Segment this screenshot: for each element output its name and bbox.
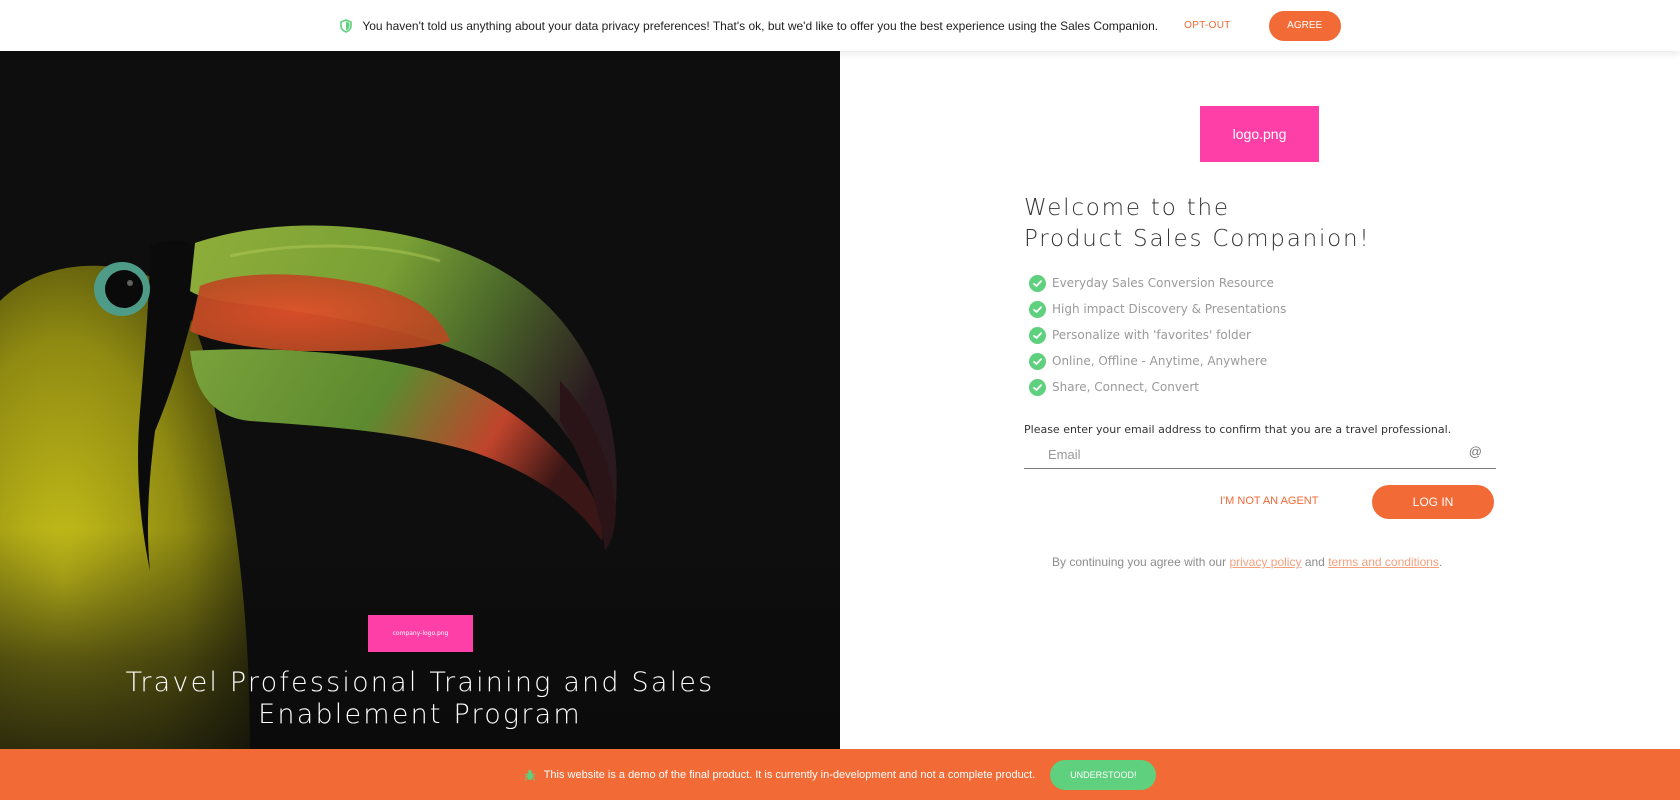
privacy-message: You haven't told us anything about your … [362, 18, 1159, 33]
app-logo: logo.png [1200, 106, 1319, 162]
not-an-agent-button[interactable]: I'M NOT AN AGENT [1220, 495, 1318, 507]
at-icon: @ [1468, 444, 1482, 459]
email-field-wrapper: @ [1024, 439, 1496, 469]
terms-prefix: By continuing you agree with our [1052, 555, 1227, 569]
check-icon [1029, 300, 1046, 318]
bug-icon [524, 769, 536, 781]
feature-item: Personalize with 'favorites' folder [1029, 322, 1286, 348]
feature-text: Personalize with 'favorites' folder [1052, 328, 1251, 342]
check-icon [1029, 352, 1046, 370]
demo-banner: This website is a demo of the final prod… [0, 749, 1680, 800]
terms-notice: By continuing you agree with our privacy… [1052, 555, 1442, 569]
feature-list: Everyday Sales Conversion Resource High … [1029, 270, 1286, 400]
terms-suffix: . [1438, 555, 1443, 569]
welcome-line-2: Product Sales Companion! [1024, 226, 1371, 252]
hero-panel: company-logo.png Travel Professional Tra… [0, 51, 840, 749]
welcome-line-1: Welcome to the [1024, 195, 1230, 221]
welcome-heading: Welcome to the Product Sales Companion! [1024, 197, 1444, 251]
check-icon [1029, 274, 1046, 292]
email-input[interactable] [1048, 443, 1448, 465]
company-logo: company-logo.png [368, 615, 473, 652]
privacy-policy-link[interactable]: privacy policy [1229, 555, 1301, 569]
email-prompt: Please enter your email address to confi… [1024, 423, 1452, 436]
terms-and: and [1304, 555, 1325, 569]
opt-out-button[interactable]: OPT-OUT [1182, 14, 1233, 37]
understood-button[interactable]: UNDERSTOOD! [1050, 759, 1157, 790]
feature-item: High impact Discovery & Presentations [1029, 296, 1286, 322]
feature-item: Share, Connect, Convert [1029, 374, 1286, 400]
feature-item: Online, Offline - Anytime, Anywhere [1029, 348, 1286, 374]
agree-button[interactable]: AGREE [1268, 10, 1341, 41]
shield-icon [339, 18, 353, 33]
feature-text: Everyday Sales Conversion Resource [1052, 276, 1274, 290]
check-icon [1029, 326, 1046, 344]
feature-text: High impact Discovery & Presentations [1052, 302, 1287, 316]
log-in-button[interactable]: LOG IN [1372, 485, 1494, 519]
check-icon [1029, 378, 1046, 396]
login-panel: logo.png Welcome to the Product Sales Co… [840, 51, 1680, 749]
feature-text: Share, Connect, Convert [1052, 380, 1199, 394]
hero-title: Travel Professional Training and Sales E… [125, 667, 715, 730]
privacy-banner: You haven't told us anything about your … [0, 0, 1680, 51]
feature-item: Everyday Sales Conversion Resource [1029, 270, 1286, 296]
terms-and-conditions-link[interactable]: terms and conditions [1328, 555, 1439, 569]
demo-message: This website is a demo of the final prod… [543, 768, 1036, 781]
feature-text: Online, Offline - Anytime, Anywhere [1052, 354, 1268, 368]
